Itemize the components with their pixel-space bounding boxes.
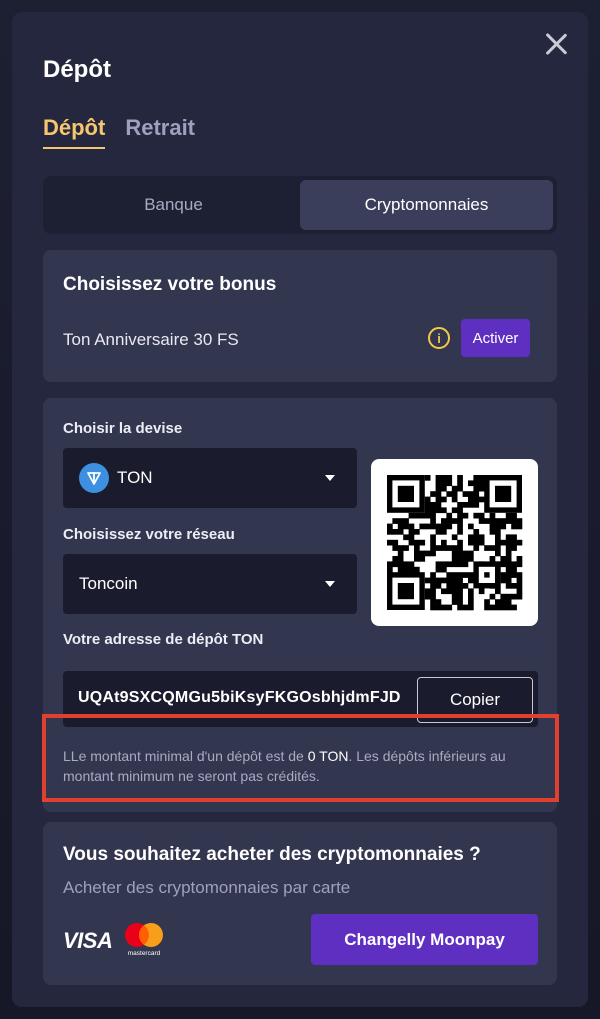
payment-method-switch: Banque Cryptomonnaies <box>43 176 557 234</box>
currency-value: TON <box>117 468 153 487</box>
qr-code-graphic <box>387 475 523 611</box>
deposit-address-field: UQAt9SXCQMGu5biKsyFKGOsbhjdmFJD Copier <box>63 671 538 727</box>
mastercard-logo: mastercard <box>121 921 167 957</box>
buy-crypto-subtitle: Acheter des cryptomonnaies par carte <box>63 878 351 897</box>
tab-retrait[interactable]: Retrait <box>125 115 195 149</box>
bonus-card: Choisissez votre bonus Ton Anniversaire … <box>43 250 557 382</box>
mastercard-text: mastercard <box>128 950 161 957</box>
minimum-deposit-notice: LLe montant minimal d'un dépôt est de 0 … <box>63 746 543 786</box>
chevron-down-icon <box>325 475 335 481</box>
network-label: Choisissez votre réseau <box>63 526 235 543</box>
tab-depot[interactable]: Dépôt <box>43 115 106 149</box>
method-banque[interactable]: Banque <box>47 180 300 230</box>
bonus-title: Choisissez votre bonus <box>63 274 277 295</box>
ton-coin-icon <box>79 463 109 493</box>
deposit-address[interactable]: UQAt9SXCQMGu5biKsyFKGOsbhjdmFJD <box>78 689 401 707</box>
info-icon[interactable]: i <box>428 327 450 349</box>
copy-address-button[interactable]: Copier <box>417 677 533 723</box>
bonus-name: Ton Anniversaire 30 FS <box>63 330 239 349</box>
network-value: Toncoin <box>79 574 138 593</box>
changelly-moonpay-button[interactable]: Changelly Moonpay <box>311 914 538 965</box>
chevron-down-icon <box>325 581 335 587</box>
method-cryptomonnaies[interactable]: Cryptomonnaies <box>300 180 553 230</box>
close-icon[interactable] <box>542 30 570 58</box>
deposit-tabs: Dépôt Retrait <box>43 115 195 149</box>
address-label: Votre adresse de dépôt TON <box>63 631 264 648</box>
crypto-deposit-card: Choisir la devise TON Choisissez votre r… <box>43 398 557 812</box>
visa-logo: VISA <box>63 928 113 953</box>
notice-amount: 0 TON <box>307 748 349 764</box>
buy-crypto-title: Vous souhaitez acheter des cryptomonnaie… <box>63 844 481 865</box>
buy-crypto-card: Vous souhaitez acheter des cryptomonnaie… <box>43 822 557 985</box>
modal-title: Dépôt <box>43 56 111 83</box>
notice-text-pre: LLe montant minimal d'un dépôt est de <box>63 748 308 764</box>
currency-label: Choisir la devise <box>63 420 183 437</box>
currency-select[interactable]: TON <box>63 448 357 508</box>
deposit-modal: Dépôt Dépôt Retrait Banque Cryptomonnaie… <box>12 12 588 1007</box>
activate-bonus-button[interactable]: Activer <box>461 319 530 357</box>
deposit-qr-code <box>371 459 538 626</box>
network-select[interactable]: Toncoin <box>63 554 357 614</box>
